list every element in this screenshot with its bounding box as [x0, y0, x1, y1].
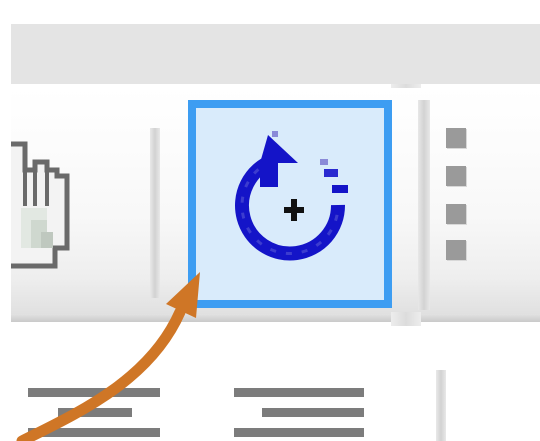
annotation-arrow-icon — [16, 272, 200, 441]
